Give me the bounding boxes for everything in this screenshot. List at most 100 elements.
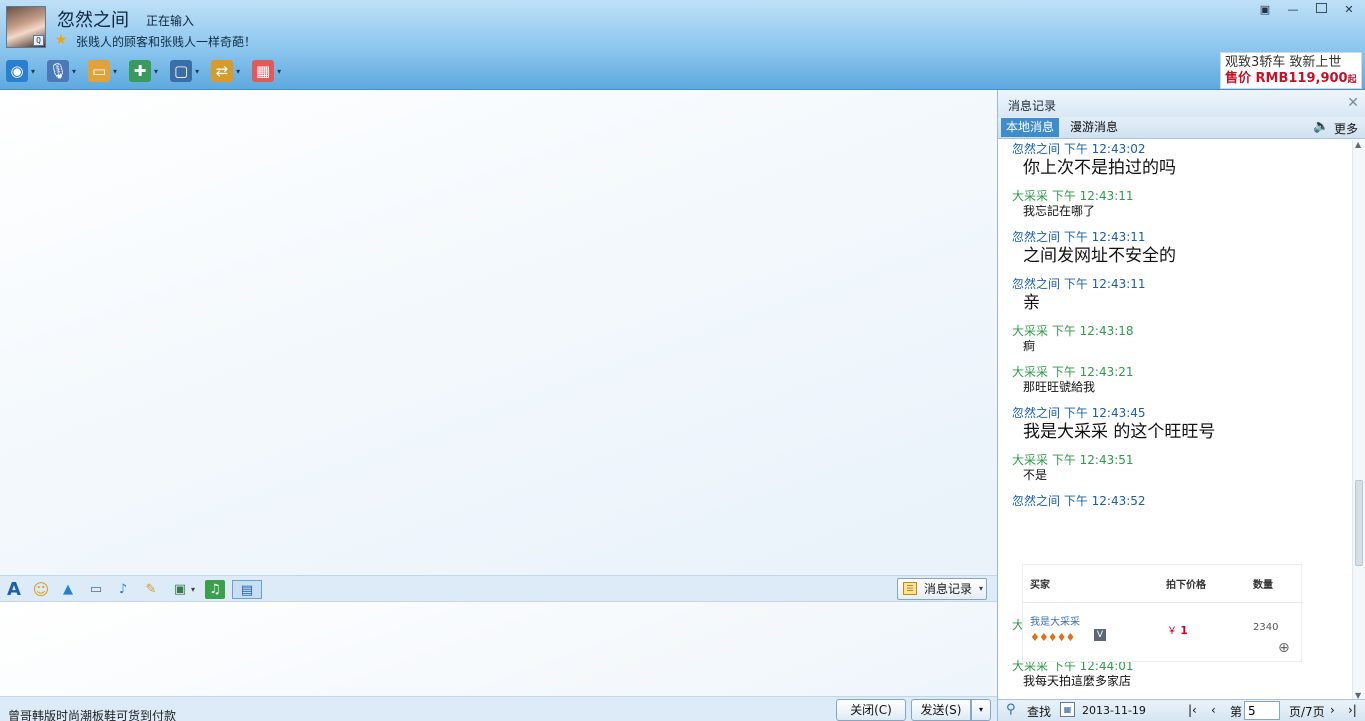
next-page-button[interactable]: › bbox=[1330, 703, 1335, 717]
chevron-down-icon[interactable]: ▾ bbox=[31, 67, 35, 76]
emoji-icon[interactable]: ☺ bbox=[31, 580, 51, 599]
apps-button[interactable]: ▦ ▾ bbox=[252, 58, 281, 84]
share-screen-button[interactable]: ⇄ ▾ bbox=[211, 58, 240, 84]
history-tabs: 本地消息 漫游消息 🔈 更多 bbox=[998, 117, 1365, 139]
chevron-down-icon[interactable]: ▾ bbox=[236, 67, 240, 76]
music-icon[interactable]: ♫ bbox=[205, 580, 225, 599]
ad-banner-price: 售价 RMB119,900 bbox=[1225, 71, 1348, 86]
message-time: 下午 12:43:51 bbox=[1051, 453, 1134, 467]
first-page-button[interactable]: |‹ bbox=[1188, 703, 1197, 717]
voice-call-icon: 🎙 bbox=[47, 60, 70, 82]
ad-banner-line1: 观致3轿车 致新上世 bbox=[1225, 55, 1342, 70]
chevron-down-icon[interactable]: ▾ bbox=[72, 67, 76, 76]
ad-banner-suffix: 起 bbox=[1347, 75, 1357, 85]
col-price: 拍下价格 bbox=[1166, 580, 1206, 591]
search-icon[interactable]: ⚲ bbox=[1006, 702, 1016, 717]
send-image-icon[interactable]: ▣ bbox=[170, 580, 190, 599]
contact-name: 忽然之间 bbox=[57, 10, 129, 31]
close-window-button[interactable]: ✕ bbox=[1337, 2, 1361, 18]
close-icon[interactable]: ✕ bbox=[1347, 95, 1359, 111]
message-time: 下午 12:43:52 bbox=[1063, 494, 1146, 508]
last-page-button[interactable]: ›| bbox=[1348, 703, 1357, 717]
prev-page-button[interactable]: ‹ bbox=[1211, 703, 1216, 717]
file-transfer-icon: ▭ bbox=[88, 60, 111, 82]
voice-message-icon[interactable]: ♪ bbox=[113, 580, 133, 599]
message-time: 下午 12:43:21 bbox=[1051, 365, 1134, 379]
minimize-button[interactable]: — bbox=[1281, 2, 1305, 18]
car-ad-banner[interactable]: 观致3轿车 致新上世 售价 RMB119,900起 bbox=[1220, 52, 1362, 89]
skin-button[interactable]: ▣ bbox=[1253, 2, 1277, 18]
chevron-down-icon[interactable]: ▾ bbox=[113, 67, 117, 76]
remote-desktop-button[interactable]: ▢ ▾ bbox=[170, 58, 199, 84]
calendar-icon[interactable]: ▦ bbox=[1060, 702, 1075, 717]
product-order-card[interactable]: 买家 拍下价格 数量 我是大采采 ♦♦♦♦♦ V ￥ 1 2340 bbox=[1022, 564, 1303, 662]
chevron-down-icon[interactable]: ▾ bbox=[195, 67, 199, 76]
message-text: 你上次不是拍过的吗 bbox=[1023, 158, 1176, 178]
input-mode-icon[interactable]: ▤ bbox=[232, 580, 262, 599]
message-sender: 大采采 bbox=[1012, 324, 1049, 338]
message-time: 下午 12:43:11 bbox=[1063, 277, 1146, 291]
page-prefix: 第 bbox=[1230, 705, 1243, 719]
apps-icon: ▦ bbox=[252, 60, 275, 82]
tab-local-messages[interactable]: 本地消息 bbox=[1001, 118, 1060, 137]
message-history-button[interactable]: ☰ 消息记录 ▾ bbox=[897, 578, 987, 600]
zoom-in-icon[interactable]: ⊕ bbox=[1278, 640, 1296, 658]
group-chat-button[interactable]: ✚ ▾ bbox=[129, 58, 158, 84]
avatar-badge: Q bbox=[33, 35, 44, 46]
screenshot-icon[interactable]: ▭ bbox=[86, 580, 106, 599]
input-toolbar: A ☺ ▲ ▭ ♪ ✎ ▣ ▾ ♫ ▤ bbox=[0, 575, 997, 602]
scroll-thumb[interactable] bbox=[1355, 480, 1363, 566]
message-input[interactable] bbox=[0, 602, 997, 696]
message-sender: 大采采 bbox=[1012, 189, 1049, 203]
scroll-up-icon[interactable]: ▲ bbox=[1355, 140, 1361, 149]
price-amount: 1 bbox=[1180, 624, 1188, 637]
message-history-panel: 消息记录 ✕ 本地消息 漫游消息 🔈 更多 大采采 下午 12:44:01 我每天… bbox=[997, 90, 1365, 721]
page-number-input[interactable] bbox=[1244, 701, 1280, 720]
voice-call-button[interactable]: 🎙 ▾ bbox=[47, 58, 76, 84]
message-text: 之间发网址不安全的 bbox=[1023, 246, 1176, 266]
buyer-name[interactable]: 我是大采采 bbox=[1030, 613, 1080, 628]
verified-icon: V bbox=[1094, 629, 1106, 641]
chat-toolbar: ◉ ▾ 🎙 ▾ ▭ ▾ ✚ ▾ ▢ ▾ ⇄ ▾ ▦ ▾ bbox=[6, 58, 293, 84]
history-panel-title: 消息记录 bbox=[1008, 99, 1057, 113]
maximize-button[interactable] bbox=[1309, 2, 1333, 18]
history-scrollbar[interactable]: ▲ ▼ bbox=[1352, 140, 1365, 700]
col-buyer: 买家 bbox=[1030, 580, 1050, 591]
typing-status: 正在输入 bbox=[146, 14, 195, 28]
chevron-down-icon[interactable]: ▾ bbox=[277, 67, 281, 76]
note-icon[interactable]: ✎ bbox=[141, 580, 161, 599]
window-controls: ▣ — ✕ bbox=[1253, 2, 1361, 18]
speaker-icon[interactable]: 🔈 bbox=[1313, 119, 1329, 134]
message-text: 那旺旺號給我 bbox=[1023, 380, 1096, 394]
chevron-down-icon: ▾ bbox=[978, 584, 983, 593]
file-transfer-button[interactable]: ▭ ▾ bbox=[88, 58, 117, 84]
price-value: ￥ 1 bbox=[1167, 622, 1188, 637]
message-text: 痾 bbox=[1023, 339, 1036, 353]
ad-banner-line2: 售价 RMB119,900起 bbox=[1225, 71, 1357, 88]
send-options-dropdown[interactable]: ▾ bbox=[971, 699, 991, 721]
font-icon[interactable]: A bbox=[4, 580, 24, 599]
group-chat-icon: ✚ bbox=[129, 60, 152, 82]
contact-avatar[interactable]: Q bbox=[6, 6, 46, 48]
message-sender: 大采采 bbox=[1012, 365, 1049, 379]
search-button[interactable]: 查找 bbox=[1027, 703, 1051, 720]
history-panel-titlebar: 消息记录 ✕ bbox=[998, 90, 1365, 117]
send-button[interactable]: 发送(S) bbox=[911, 699, 971, 721]
message-text: 我每天拍這麼多家店 bbox=[1023, 674, 1132, 688]
message-sender: 忽然之间 bbox=[1012, 494, 1061, 508]
video-call-button[interactable]: ◉ ▾ bbox=[6, 58, 35, 84]
tab-roaming-messages[interactable]: 漫游消息 bbox=[1065, 118, 1123, 137]
contact-signature: 张贱人的顾客和张贱人一样奇葩！ bbox=[76, 35, 257, 49]
page-total: 页/7页 bbox=[1289, 705, 1325, 719]
more-button[interactable]: 更多 bbox=[1334, 120, 1358, 137]
chevron-down-icon[interactable]: ▾ bbox=[154, 67, 158, 76]
close-button[interactable]: 关闭(C) bbox=[836, 699, 906, 721]
shake-window-icon[interactable]: ▲ bbox=[58, 580, 78, 599]
maximize-icon bbox=[1315, 3, 1327, 13]
chat-display-area[interactable] bbox=[0, 90, 997, 575]
status-ad-link[interactable]: 曾哥韩版时尚潮板鞋可货到付款 bbox=[8, 707, 176, 721]
currency-symbol: ￥ bbox=[1167, 626, 1177, 637]
message-text: 我忘記在哪了 bbox=[1023, 204, 1096, 218]
send-image-dropdown[interactable]: ▾ bbox=[188, 580, 198, 599]
message-list[interactable]: 大采采 下午 12:44:01我每天拍這麼多家店大采采 下午 12:43:54我… bbox=[998, 140, 1352, 698]
